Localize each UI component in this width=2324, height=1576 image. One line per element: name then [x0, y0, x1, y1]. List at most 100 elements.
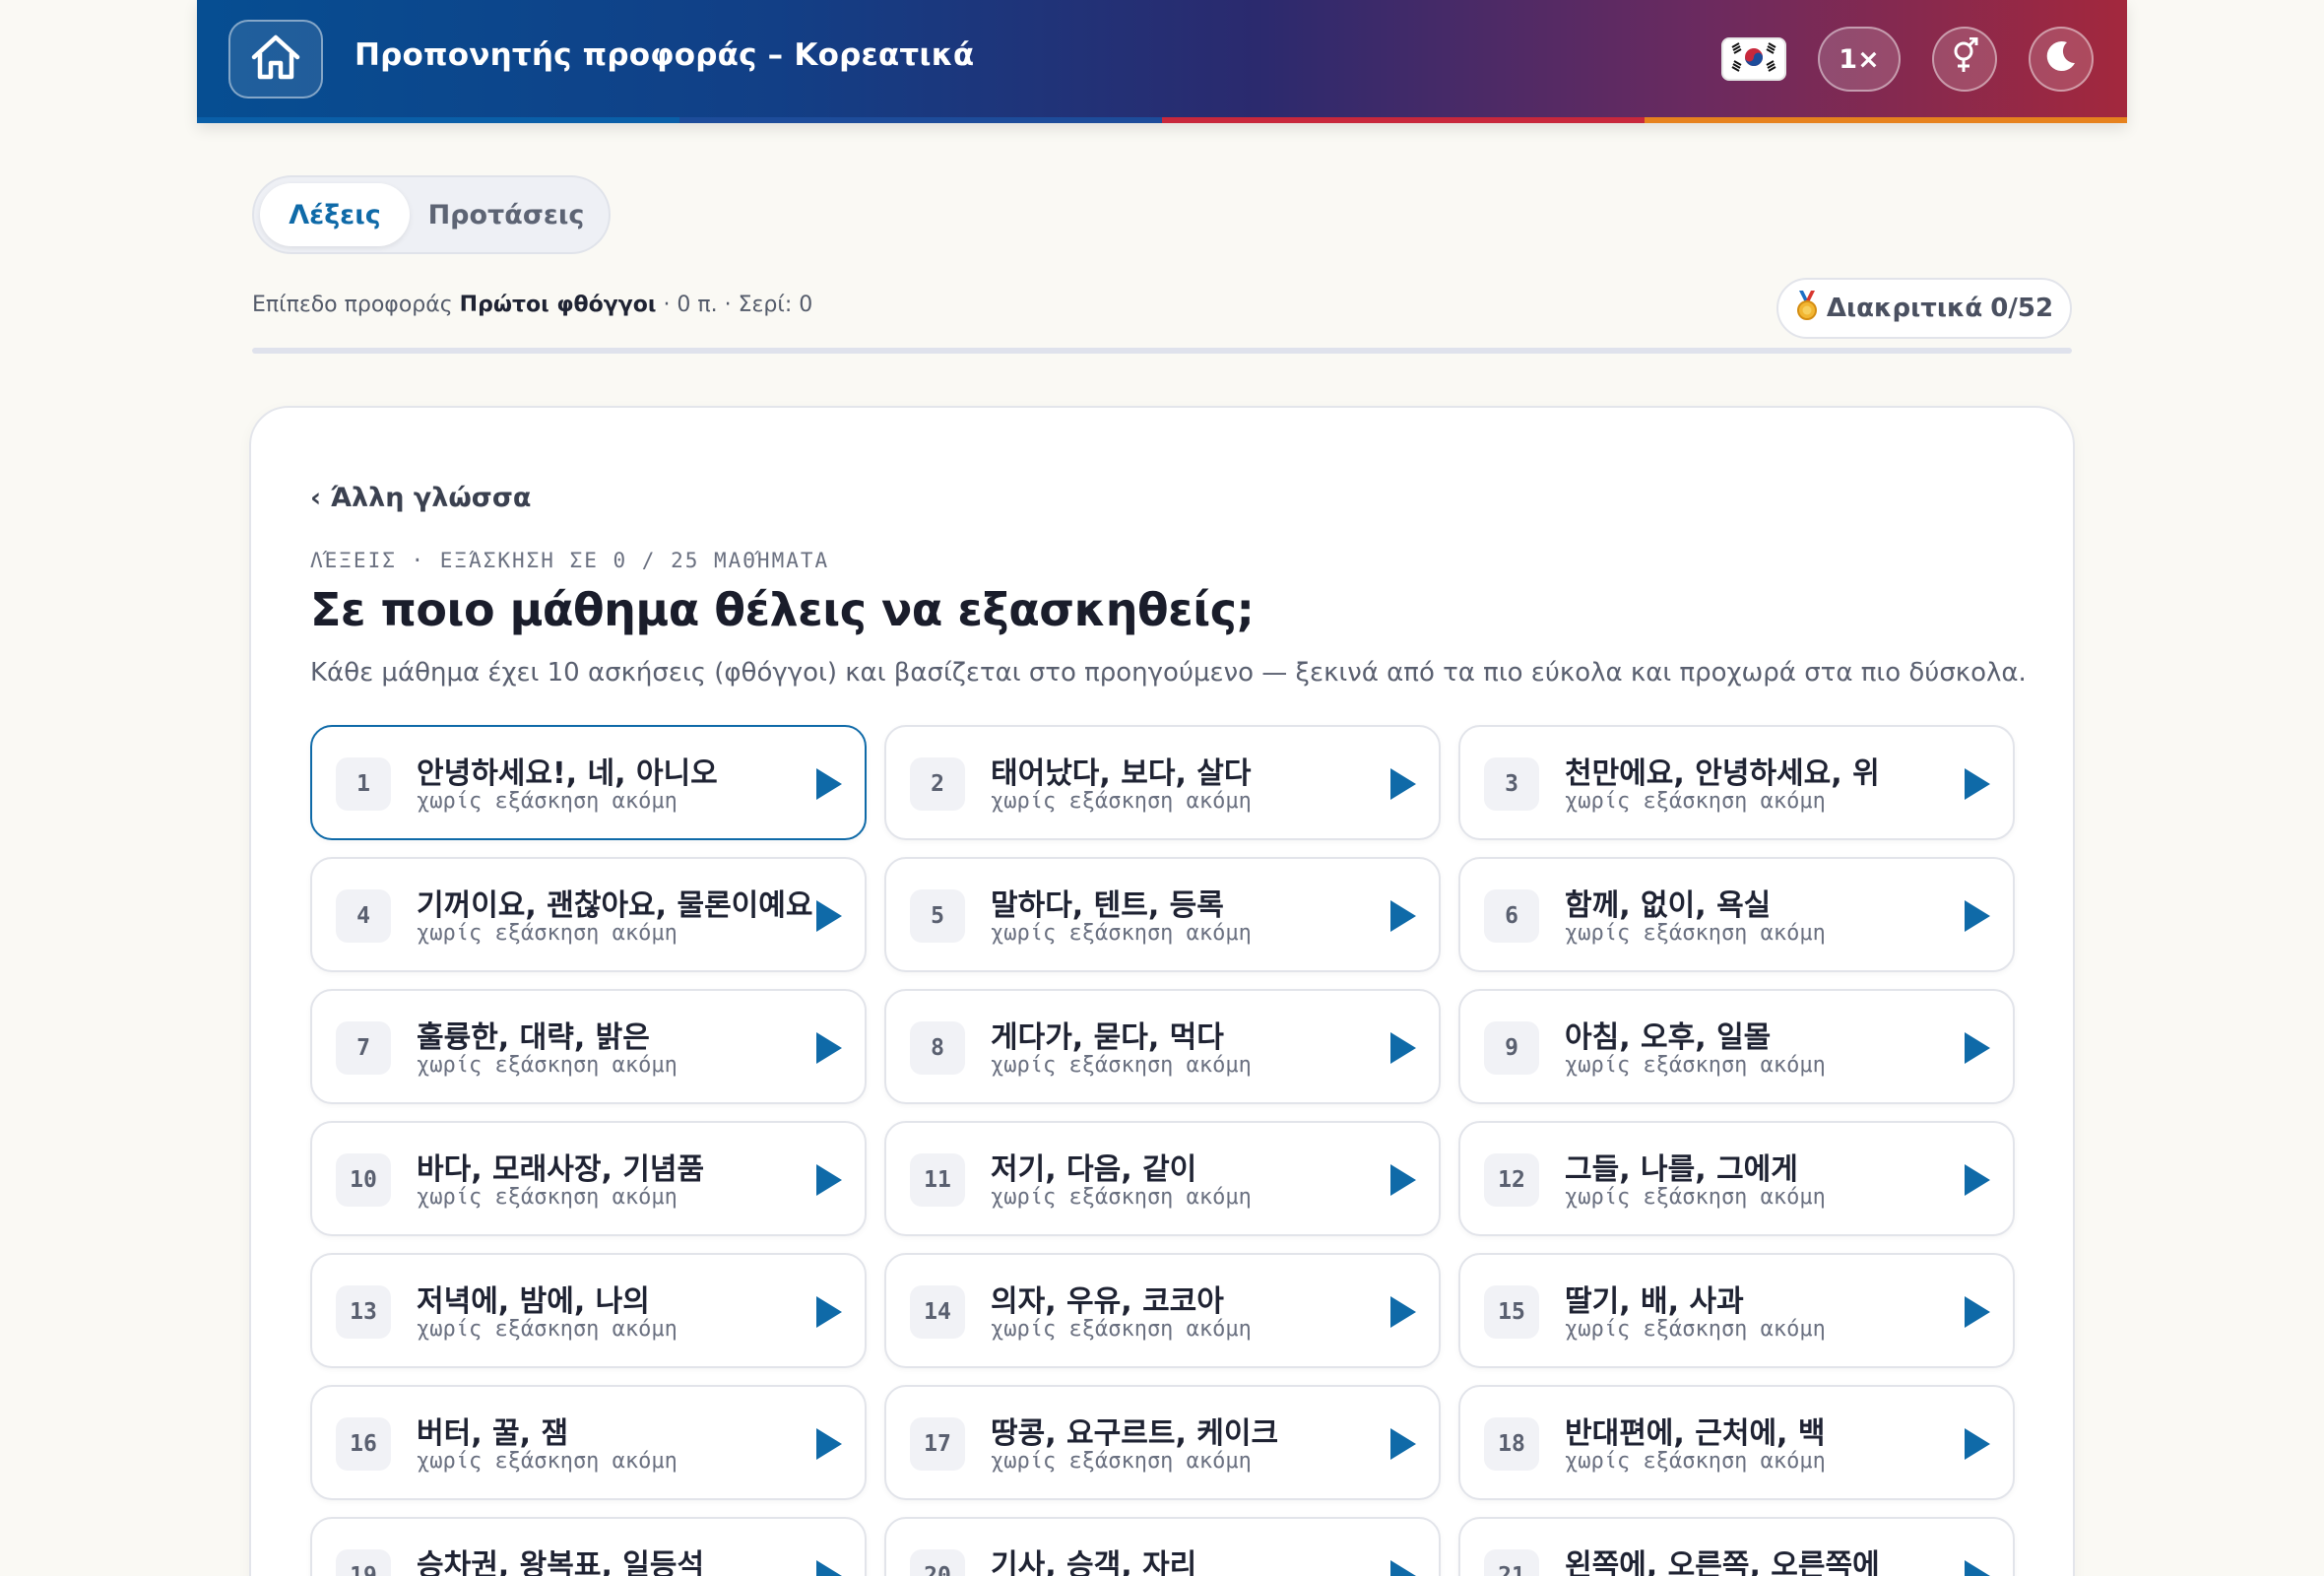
lesson-status: χωρίς εξάσκηση ακόμη: [1565, 1317, 1826, 1342]
change-language-link[interactable]: ‹ Άλλη γλώσσα: [310, 483, 531, 513]
lesson-status: χωρίς εξάσκηση ακόμη: [991, 1053, 1252, 1078]
lesson-status: χωρίς εξάσκηση ακόμη: [1565, 1053, 1826, 1078]
lesson-card[interactable]: 18 반대편에, 근처에, 백 χωρίς εξάσκηση ακόμη: [1458, 1385, 2015, 1500]
lesson-card[interactable]: 12 그들, 나를, 그에게 χωρίς εξάσκηση ακόμη: [1458, 1121, 2015, 1236]
lesson-number: 8: [910, 1021, 965, 1075]
lesson-words: 아침, 오후, 일몰: [1565, 1020, 1772, 1055]
level-name: Πρώτοι φθόγγοι: [459, 293, 657, 317]
lesson-words: 땅콩, 요구르트, 케이크: [991, 1416, 1279, 1451]
lesson-words: 태어났다, 보다, 살다: [991, 756, 1252, 791]
play-icon[interactable]: [814, 1294, 844, 1330]
header-color-stripe: [197, 117, 2127, 123]
play-icon[interactable]: [1963, 1426, 1992, 1462]
lesson-card[interactable]: 11 저기, 다음, 같이 χωρίς εξάσκηση ακόμη: [884, 1121, 1441, 1236]
play-icon[interactable]: [1388, 1558, 1418, 1576]
lesson-card[interactable]: 17 땅콩, 요구르트, 케이크 χωρίς εξάσκηση ακόμη: [884, 1385, 1441, 1500]
lesson-card[interactable]: 7 훌륭한, 대략, 밝은 χωρίς εξάσκηση ακόμη: [310, 989, 867, 1104]
lesson-number: 18: [1484, 1417, 1539, 1471]
language-flag-button[interactable]: [1721, 37, 1786, 81]
play-icon[interactable]: [1388, 1294, 1418, 1330]
lesson-card[interactable]: 2 태어났다, 보다, 살다 χωρίς εξάσκηση ακόμη: [884, 725, 1441, 840]
play-icon[interactable]: [1963, 1162, 1992, 1198]
level-status: Επίπεδο προφοράς Πρώτοι φθόγγοι · 0 π. ·…: [252, 293, 812, 317]
lesson-status: χωρίς εξάσκηση ακόμη: [417, 1317, 678, 1342]
play-icon[interactable]: [1388, 1426, 1418, 1462]
lesson-status: χωρίς εξάσκηση ακόμη: [1565, 921, 1826, 946]
play-icon[interactable]: [814, 1426, 844, 1462]
lesson-card[interactable]: 19승차권, 왕복표, 일등석χωρίς εξάσκηση ακόμη: [310, 1517, 867, 1576]
play-icon[interactable]: [814, 1030, 844, 1066]
level-progress-bar: [252, 348, 2072, 354]
lesson-words: 저기, 다음, 같이: [991, 1152, 1197, 1187]
lesson-card[interactable]: 13 저녁에, 밤에, 나의 χωρίς εξάσκηση ακόμη: [310, 1253, 867, 1368]
play-icon[interactable]: [1963, 766, 1992, 802]
lesson-number: 11: [910, 1153, 965, 1207]
lesson-words: 기꺼이요, 괜찮아요, 물론이예요: [417, 888, 813, 923]
lesson-number: 14: [910, 1285, 965, 1339]
lesson-card[interactable]: 5 말하다, 텐트, 등록 χωρίς εξάσκηση ακόμη: [884, 857, 1441, 972]
dark-mode-toggle[interactable]: [2029, 27, 2094, 92]
lesson-status: χωρίς εξάσκηση ακόμη: [417, 1185, 678, 1210]
lesson-number: 9: [1484, 1021, 1539, 1075]
lesson-card[interactable]: 6 함께, 없이, 욕실 χωρίς εξάσκηση ακόμη: [1458, 857, 2015, 972]
lesson-number: 2: [910, 757, 965, 811]
lesson-words: 말하다, 텐트, 등록: [991, 888, 1224, 923]
play-icon[interactable]: [814, 898, 844, 934]
play-icon[interactable]: [814, 766, 844, 802]
lesson-status: χωρίς εξάσκηση ακόμη: [417, 1449, 678, 1474]
tab-words[interactable]: Λέξεις: [260, 183, 410, 246]
page-description: Κάθε μάθημα έχει 10 ασκήσεις (φθόγγοι) κ…: [310, 658, 2027, 688]
play-icon[interactable]: [1963, 898, 1992, 934]
page-title: Σε ποιο μάθημα θέλεις να εξασκηθείς;: [310, 583, 1255, 636]
lesson-words: 그들, 나를, 그에게: [1565, 1152, 1798, 1187]
voice-gender-button[interactable]: [1932, 27, 1997, 92]
lesson-card[interactable]: 3 천만에요, 안녕하세요, 위 χωρίς εξάσκηση ακόμη: [1458, 725, 2015, 840]
gender-icon: [1950, 36, 1979, 82]
lesson-number: 4: [336, 889, 391, 943]
korea-flag-icon: [1726, 39, 1781, 79]
lesson-words: 왼쪽에, 오른쪽, 오른쪽에: [1565, 1548, 1880, 1576]
lesson-number: 20: [910, 1549, 965, 1576]
play-icon[interactable]: [1388, 766, 1418, 802]
lesson-card[interactable]: 9 아침, 오후, 일몰 χωρίς εξάσκηση ακόμη: [1458, 989, 2015, 1104]
play-icon[interactable]: [1388, 1030, 1418, 1066]
lesson-words: 함께, 없이, 욕실: [1565, 888, 1772, 923]
badges-button[interactable]: Διακριτικά 0/52: [1776, 278, 2072, 339]
lesson-card[interactable]: 4 기꺼이요, 괜찮아요, 물론이예요 χωρίς εξάσκηση ακόμη: [310, 857, 867, 972]
play-icon[interactable]: [1963, 1294, 1992, 1330]
lesson-number: 16: [336, 1417, 391, 1471]
play-icon[interactable]: [814, 1558, 844, 1576]
play-icon[interactable]: [1388, 898, 1418, 934]
lesson-card[interactable]: 20기사, 승객, 자리χωρίς εξάσκηση ακόμη: [884, 1517, 1441, 1576]
lesson-card[interactable]: 14 의자, 우유, 코코아 χωρίς εξάσκηση ακόμη: [884, 1253, 1441, 1368]
lesson-number: 1: [336, 757, 391, 811]
lesson-status: χωρίς εξάσκηση ακόμη: [1565, 789, 1826, 814]
play-icon[interactable]: [814, 1162, 844, 1198]
lesson-card[interactable]: 15 딸기, 배, 사과 χωρίς εξάσκηση ακόμη: [1458, 1253, 2015, 1368]
app-header: Προπονητής προφοράς – Κορεατικά 1×: [197, 0, 2127, 123]
lesson-card[interactable]: 1 안녕하세요!, 네, 아니오 χωρίς εξάσκηση ακόμη: [310, 725, 867, 840]
lesson-number: 19: [336, 1549, 391, 1576]
lesson-number: 15: [1484, 1285, 1539, 1339]
lesson-words: 딸기, 배, 사과: [1565, 1284, 1744, 1319]
lesson-status: χωρίς εξάσκηση ακόμη: [991, 921, 1252, 946]
lesson-number: 21: [1484, 1549, 1539, 1576]
play-icon[interactable]: [1963, 1558, 1992, 1576]
tab-sentences[interactable]: Προτάσεις: [410, 183, 603, 246]
speed-label: 1×: [1839, 43, 1880, 75]
lesson-number: 3: [1484, 757, 1539, 811]
stripe-segment: [679, 117, 1162, 123]
app-title: Προπονητής προφοράς – Κορεατικά: [355, 37, 975, 73]
lesson-card[interactable]: 21왼쪽에, 오른쪽, 오른쪽에χωρίς εξάσκηση ακόμη: [1458, 1517, 2015, 1576]
lesson-card[interactable]: 16 버터, 꿀, 잼 χωρίς εξάσκηση ακόμη: [310, 1385, 867, 1500]
playback-speed-button[interactable]: 1×: [1818, 27, 1901, 92]
home-button[interactable]: [228, 20, 323, 98]
lesson-card[interactable]: 10 바다, 모래사장, 기념품 χωρίς εξάσκηση ακόμη: [310, 1121, 867, 1236]
lesson-status: χωρίς εξάσκηση ακόμη: [991, 1449, 1252, 1474]
play-icon[interactable]: [1963, 1030, 1992, 1066]
play-icon[interactable]: [1388, 1162, 1418, 1198]
lesson-number: 12: [1484, 1153, 1539, 1207]
stripe-segment: [197, 117, 679, 123]
lesson-card[interactable]: 8 게다가, 묻다, 먹다 χωρίς εξάσκηση ακόμη: [884, 989, 1441, 1104]
lesson-number: 5: [910, 889, 965, 943]
